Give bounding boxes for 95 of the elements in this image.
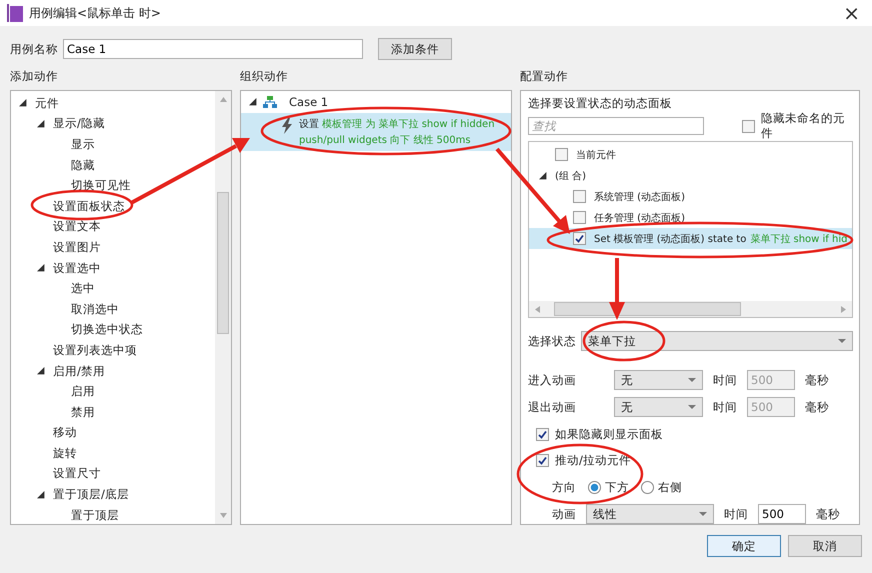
- action-item[interactable]: 设置尺寸: [53, 466, 101, 482]
- expand-icon[interactable]: [37, 490, 45, 499]
- scrollbar-thumb[interactable]: [554, 302, 741, 316]
- panel-row[interactable]: 当前元件: [529, 144, 852, 165]
- dropdown-caret-icon: [688, 405, 696, 409]
- action-item[interactable]: 隐藏: [71, 158, 95, 173]
- field-label: 时间: [724, 506, 748, 522]
- state-dropdown[interactable]: 菜单下拉: [581, 331, 853, 351]
- radio-label: 右侧: [658, 480, 682, 495]
- scrollbar-thumb[interactable]: [217, 192, 229, 334]
- expand-icon[interactable]: [37, 264, 45, 272]
- hierarchy-icon: [263, 96, 277, 108]
- action-item[interactable]: 禁用: [71, 404, 95, 420]
- search-field[interactable]: 查找: [528, 117, 704, 135]
- checkbox[interactable]: [573, 232, 586, 245]
- panel-label: 系统管理 (动态面板): [594, 190, 685, 204]
- action-item[interactable]: 设置面板状态: [53, 198, 125, 214]
- window-title: 用例编辑<鼠标单击 时>: [29, 4, 161, 22]
- checkbox-label: 推动/拉动元件: [555, 453, 631, 468]
- field-label: 时间: [713, 400, 737, 414]
- panel-row[interactable]: 任务管理 (动态面板): [529, 207, 852, 228]
- checkbox[interactable]: [573, 190, 586, 203]
- dropdown-caret-icon: [699, 512, 707, 516]
- app-logo-icon: [7, 4, 23, 22]
- action-item[interactable]: 显示/隐藏: [53, 116, 105, 132]
- action-item[interactable]: 显示: [71, 136, 95, 152]
- dropdown-caret-icon: [688, 378, 696, 382]
- annotation-arrow: [609, 258, 625, 320]
- case-name-field[interactable]: Case 1: [63, 39, 363, 59]
- cancel-button[interactable]: 取消: [788, 535, 862, 557]
- expand-icon[interactable]: [37, 367, 45, 376]
- radio-button[interactable]: [641, 481, 654, 494]
- checkbox[interactable]: [555, 148, 568, 161]
- horizontal-scrollbar[interactable]: [529, 301, 852, 317]
- close-button[interactable]: ×: [839, 1, 864, 25]
- expand-icon[interactable]: [37, 120, 45, 128]
- scroll-right-icon[interactable]: [841, 306, 846, 312]
- scroll-up-icon[interactable]: [220, 97, 226, 102]
- action-description: push/pull widgets 向下 线性 500ms: [299, 134, 472, 147]
- case-name-label: 用例名称: [10, 42, 58, 56]
- action-item[interactable]: 置于顶层/底层: [53, 487, 129, 502]
- unit-label: 毫秒: [805, 372, 829, 388]
- scroll-down-icon[interactable]: [220, 513, 226, 518]
- panel-label: 当前元件: [576, 148, 616, 162]
- scroll-left-icon[interactable]: [535, 306, 540, 312]
- case-label[interactable]: Case 1: [289, 95, 328, 109]
- action-item[interactable]: 设置文本: [53, 219, 101, 234]
- field-label: 方向: [552, 480, 576, 495]
- lightning-icon: [281, 118, 293, 134]
- panel-label: 任务管理 (动态面板): [594, 212, 685, 224]
- checkbox[interactable]: [742, 120, 755, 132]
- action-item[interactable]: 取消选中: [71, 302, 119, 317]
- radio-button[interactable]: [588, 481, 601, 494]
- action-item[interactable]: 移动: [53, 425, 77, 440]
- action-item[interactable]: 切换可见性: [71, 178, 131, 194]
- checkbox-label: 如果隐藏则显示面板: [555, 427, 663, 442]
- field-label: 时间: [713, 372, 737, 388]
- checkbox[interactable]: [536, 454, 549, 467]
- action-item[interactable]: 设置选中: [53, 260, 101, 276]
- unit-label: 毫秒: [816, 506, 840, 522]
- checkbox[interactable]: [573, 211, 586, 224]
- field-label: 退出动画: [528, 400, 577, 414]
- column-heading: 组织动作: [240, 69, 289, 83]
- action-item[interactable]: 元件: [35, 96, 59, 111]
- checkbox[interactable]: [536, 428, 549, 441]
- dropdown-caret-icon: [838, 339, 846, 343]
- column-heading: 添加动作: [10, 69, 59, 83]
- time-field[interactable]: 500: [758, 504, 806, 524]
- field-label: 动画: [552, 506, 576, 522]
- action-item[interactable]: 旋转: [53, 446, 77, 461]
- add-condition-button[interactable]: 添加条件: [378, 38, 452, 60]
- action-item[interactable]: 设置图片: [53, 240, 101, 255]
- expand-icon[interactable]: [249, 98, 257, 106]
- unit-label: 毫秒: [805, 400, 829, 414]
- action-item[interactable]: 设置列表选中项: [53, 342, 137, 358]
- panel-row[interactable]: 系统管理 (动态面板): [529, 186, 852, 207]
- checkbox-label: 隐藏未命名的元件: [760, 111, 846, 141]
- field-label: 进入动画: [528, 372, 577, 388]
- column-heading: 配置动作: [520, 69, 569, 83]
- panel-prompt: 选择要设置状态的动态面板: [528, 96, 673, 111]
- action-item[interactable]: 启用: [71, 384, 95, 400]
- expand-icon[interactable]: [19, 99, 27, 108]
- radio-label: 下方: [605, 480, 629, 495]
- action-item[interactable]: 启用/禁用: [53, 364, 105, 379]
- vertical-scrollbar[interactable]: [215, 91, 231, 524]
- animation-dropdown[interactable]: 线性: [586, 504, 714, 524]
- group-label: (组 合): [555, 170, 586, 182]
- action-row[interactable]: 设置 模板管理 为 菜单下拉 show if hidden push/pull widgets 向下 线性 500ms: [241, 113, 511, 151]
- ok-button[interactable]: 确定: [707, 535, 781, 557]
- action-item[interactable]: 置于顶层: [71, 508, 119, 523]
- field-label: 选择状态: [528, 334, 576, 348]
- action-description: 设置 模板管理 为 菜单下拉 show if hidden: [299, 118, 495, 131]
- action-item[interactable]: 切换选中状态: [71, 322, 143, 338]
- action-item[interactable]: 选中: [71, 281, 95, 296]
- expand-icon[interactable]: [539, 172, 547, 180]
